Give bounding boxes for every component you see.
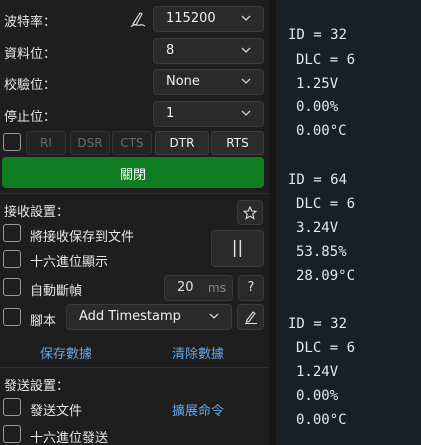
script-select[interactable]: Add Timestamp xyxy=(66,304,232,330)
save-to-file-checkbox[interactable] xyxy=(3,224,21,242)
frame-timeout-value: 20 xyxy=(177,280,194,295)
parity-label: 校驗位： xyxy=(4,78,57,93)
save-to-file-label: 將接收保存到文件 xyxy=(30,230,135,245)
baud-rate-select[interactable]: 115200 xyxy=(153,6,264,32)
data-bits-value: 8 xyxy=(166,43,175,58)
dtr-button[interactable]: DTR xyxy=(155,131,209,155)
pause-icon: || xyxy=(231,238,244,258)
chevron-down-icon xyxy=(241,45,251,55)
log-line: 53.85% xyxy=(296,244,347,260)
hex-display-label: 十六進位顯示 xyxy=(30,255,109,270)
log-line: DLC = 6 xyxy=(296,52,356,68)
chevron-down-icon xyxy=(241,76,251,86)
close-port-button[interactable]: 關閉 xyxy=(2,157,264,188)
stop-bits-label: 停止位： xyxy=(4,110,57,125)
star-icon[interactable] xyxy=(237,200,263,225)
log-line: 0.00°C xyxy=(296,123,347,139)
send-file-label: 發送文件 xyxy=(30,404,83,419)
send-file-checkbox[interactable] xyxy=(3,398,21,416)
log-line: 3.24V xyxy=(296,220,339,236)
log-line: ID = 64 xyxy=(288,172,348,188)
ri-button[interactable]: RI xyxy=(26,131,66,155)
stop-bits-select[interactable]: 1 xyxy=(153,101,264,127)
log-line: 1.25V xyxy=(296,76,339,92)
parity-value: None xyxy=(166,74,200,89)
script-label: 腳本 xyxy=(30,314,57,329)
help-button[interactable]: ? xyxy=(238,275,264,301)
parity-select[interactable]: None xyxy=(153,69,264,95)
clear-data-link[interactable]: 清除數據 xyxy=(172,343,224,362)
divider xyxy=(0,193,269,194)
frame-timeout-unit: ms xyxy=(208,281,226,295)
data-bits-select[interactable]: 8 xyxy=(153,38,264,64)
receive-settings-label: 接收設置： xyxy=(4,205,70,220)
rts-button[interactable]: RTS xyxy=(211,131,264,155)
log-line: 28.09°C xyxy=(296,268,356,284)
settings-panel: 波特率： 115200 資料位： 8 校驗位： None 停止位： 1 RI D… xyxy=(0,0,269,445)
pause-button[interactable]: || xyxy=(211,230,264,267)
pen-signature-icon[interactable] xyxy=(130,10,146,28)
log-line: 0.00% xyxy=(296,99,339,115)
log-line: 0.00°C xyxy=(296,412,347,428)
baud-rate-label: 波特率： xyxy=(4,15,57,30)
script-checkbox[interactable] xyxy=(3,308,21,326)
stop-bits-value: 1 xyxy=(166,106,175,121)
signal-checkbox[interactable] xyxy=(3,133,21,151)
receive-log[interactable]: ID = 32 DLC = 6 1.25V 0.00% 0.00°C ID = … xyxy=(276,0,421,445)
log-line: DLC = 6 xyxy=(296,340,356,356)
chevron-down-icon xyxy=(241,108,251,118)
log-line: 1.24V xyxy=(296,364,339,380)
chevron-down-icon xyxy=(209,311,219,321)
log-line: ID = 32 xyxy=(288,316,348,332)
save-data-link[interactable]: 保存數據 xyxy=(40,343,92,362)
log-line: ID = 32 xyxy=(288,27,348,43)
hex-display-checkbox[interactable] xyxy=(3,250,21,268)
cts-button[interactable]: CTS xyxy=(112,131,152,155)
divider xyxy=(0,367,269,368)
auto-frame-label: 自動斷幀 xyxy=(30,284,83,299)
auto-frame-checkbox[interactable] xyxy=(3,278,21,296)
script-value: Add Timestamp xyxy=(79,309,181,324)
hex-send-label: 十六進位發送 xyxy=(30,431,109,445)
extend-command-link[interactable]: 擴展命令 xyxy=(172,400,224,419)
hex-send-checkbox[interactable] xyxy=(3,425,21,443)
data-bits-label: 資料位： xyxy=(4,47,57,62)
baud-rate-value: 115200 xyxy=(166,11,216,26)
log-line: DLC = 6 xyxy=(296,196,356,212)
frame-timeout-input[interactable]: 20 ms xyxy=(164,275,233,301)
send-settings-label: 發送設置： xyxy=(4,379,70,394)
log-line: 0.00% xyxy=(296,388,339,404)
edit-pen-icon[interactable] xyxy=(237,304,264,330)
chevron-down-icon xyxy=(241,13,251,23)
panel-splitter[interactable] xyxy=(269,0,276,445)
dsr-button[interactable]: DSR xyxy=(70,131,110,155)
